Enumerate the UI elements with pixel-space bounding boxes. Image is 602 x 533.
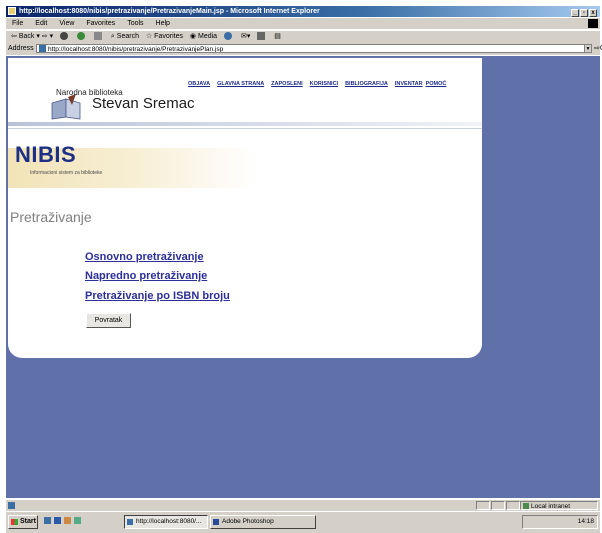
taskbar-photoshop[interactable]: Adobe Photoshop [210, 515, 316, 529]
link-advanced-search[interactable]: Napredno pretraživanje [85, 270, 207, 282]
status-bar: Local intranet [6, 499, 600, 511]
browser-viewport: OBJAVA GLAVNA STRANA ZAPOSLENI KORISNICI BIB… [6, 56, 600, 498]
back-label: Back [18, 33, 35, 40]
nav-inventar[interactable]: INVENTAR [395, 81, 423, 87]
nav-glavna-strana[interactable]: GLAVNA STRANA [217, 81, 264, 87]
close-button[interactable]: x [589, 9, 597, 17]
nav-objava[interactable]: OBJAVA [188, 81, 210, 87]
site-nav: OBJAVA GLAVNA STRANA ZAPOSLENI KORISNICI BIB… [188, 81, 453, 87]
ie-quicklaunch-icon[interactable] [54, 517, 61, 524]
intranet-icon [523, 503, 529, 509]
security-zone: Local intranet [520, 501, 598, 510]
task-label: http://localhost:8080/... [136, 518, 202, 525]
media-label: Media [197, 33, 218, 40]
menu-view[interactable]: View [59, 20, 74, 27]
address-url: http://localhost:8080/nibis/pretrazivanj… [48, 46, 224, 53]
photoshop-icon [213, 519, 219, 525]
go-button[interactable]: ⇨Go [594, 43, 602, 55]
search-label: Search [116, 33, 139, 40]
windows-logo-icon [11, 519, 18, 525]
windows-flag-icon [588, 19, 598, 28]
taskbar-ie-window[interactable]: http://localhost:8080/... [124, 515, 208, 529]
page-icon [39, 45, 46, 52]
menu-bar: File Edit View Favorites Tools Help [6, 18, 600, 29]
nav-korisnici[interactable]: KORISNICI [310, 81, 338, 87]
favorites-label: Favorites [154, 33, 183, 40]
menu-file[interactable]: File [12, 20, 23, 27]
library-name: Stevan Sremac [92, 95, 195, 112]
minimize-button[interactable]: _ [571, 9, 579, 17]
brand-subtitle: Informacioni sistem za biblioteke [30, 170, 103, 176]
title-bar: http://localhost:8080/nibis/pretrazivanj… [6, 6, 600, 17]
menu-edit[interactable]: Edit [35, 20, 47, 27]
page-status-icon [8, 502, 15, 509]
menu-tools[interactable]: Tools [127, 20, 143, 27]
nav-pomoc[interactable]: POMOĆ [426, 81, 447, 87]
ie-task-icon [127, 519, 133, 525]
media-button[interactable]: ◉ Media [190, 33, 217, 40]
system-tray: 14:18 [522, 515, 598, 529]
maximize-button[interactable]: ▫ [580, 9, 588, 17]
nav-bibliografija[interactable]: BIBLIOGRAFIJA [345, 81, 388, 87]
show-desktop-icon[interactable] [44, 517, 51, 524]
mail-icon[interactable]: ✉▾ [241, 33, 250, 40]
stop-icon[interactable] [60, 32, 69, 41]
header-divider [8, 122, 482, 126]
nav-zaposleni[interactable]: ZAPOSLENI [271, 81, 302, 87]
brand-logo: NIBIS [15, 142, 77, 167]
outlook-quicklaunch-icon[interactable] [74, 517, 81, 524]
address-dropdown-icon[interactable]: ▼ [584, 44, 592, 53]
ie-icon [8, 7, 16, 15]
quick-launch [44, 517, 84, 526]
address-bar: Address http://localhost:8080/nibis/pret… [6, 43, 602, 55]
clock: 14:18 [577, 518, 594, 525]
search-button[interactable]: ⌕ Search [111, 33, 139, 40]
media-quicklaunch-icon[interactable] [64, 517, 71, 524]
home-icon[interactable] [93, 32, 102, 41]
start-label: Start [20, 518, 36, 525]
status-cell [491, 501, 505, 510]
favorites-button[interactable]: ☆ Favorites [146, 33, 183, 40]
book-logo-icon [51, 94, 81, 120]
link-basic-search[interactable]: Osnovno pretraživanje [85, 251, 204, 263]
header-divider-thin [8, 128, 482, 129]
refresh-icon[interactable] [77, 32, 86, 41]
page-content: OBJAVA GLAVNA STRANA ZAPOSLENI KORISNICI BIB… [8, 58, 482, 358]
screen: http://localhost:8080/nibis/pretrazivanj… [0, 0, 602, 533]
address-input[interactable]: http://localhost:8080/nibis/pretrazivanj… [36, 44, 588, 53]
menu-favorites[interactable]: Favorites [86, 20, 115, 27]
page-title: Pretraživanje [10, 209, 92, 225]
print-icon[interactable] [257, 32, 266, 41]
back-button[interactable]: ⇦ Back ▾ ⇨ ▾ [11, 33, 53, 40]
edit-icon[interactable]: ▤ [274, 33, 281, 40]
back-page-button[interactable]: Povratak [86, 313, 131, 328]
status-cell [506, 501, 520, 510]
menu-help[interactable]: Help [156, 20, 170, 27]
link-isbn-search[interactable]: Pretraživanje po ISBN broju [85, 290, 230, 302]
window-controls: _ ▫ x [570, 7, 597, 18]
history-icon[interactable] [224, 32, 233, 41]
toolbar: ⇦ Back ▾ ⇨ ▾ ⌕ Search ☆ Favorites ◉ Medi… [6, 30, 600, 43]
address-label: Address [8, 45, 34, 52]
status-cell [476, 501, 490, 510]
zone-label: Local intranet [531, 503, 571, 510]
start-button[interactable]: Start [8, 515, 38, 529]
task-label: Adobe Photoshop [222, 518, 274, 525]
window-title: http://localhost:8080/nibis/pretrazivanj… [19, 8, 320, 15]
taskbar: Start http://localhost:8080/... Adobe Ph… [6, 511, 600, 533]
